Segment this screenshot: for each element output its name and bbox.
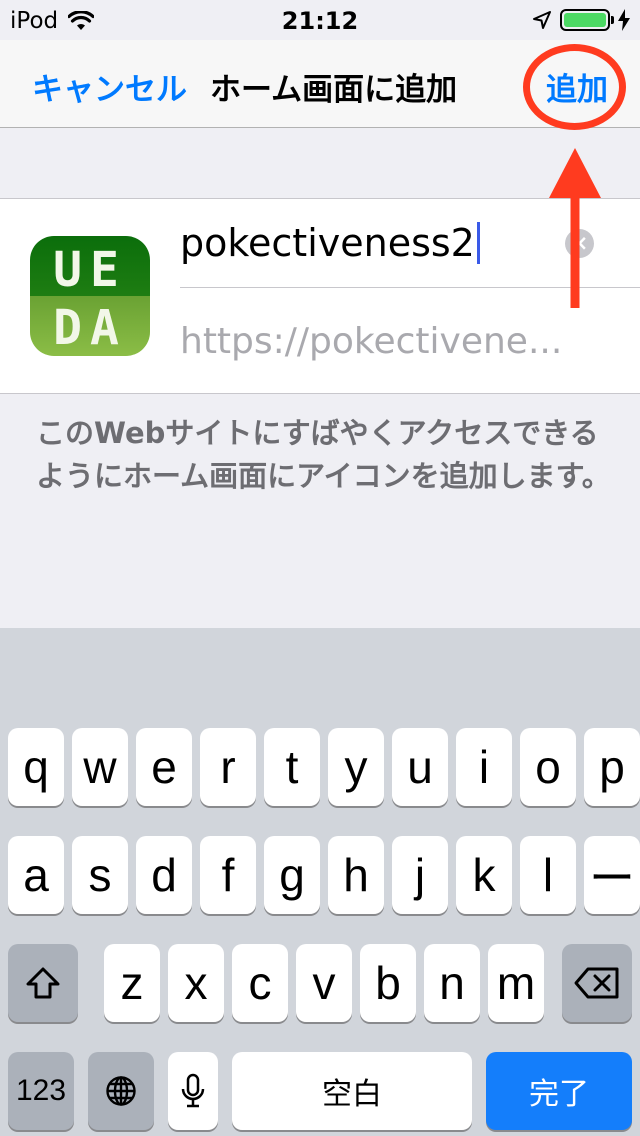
backspace-icon [574,967,619,999]
globe-icon [106,1076,136,1106]
shift-icon [26,967,60,999]
key-u[interactable]: u [392,728,448,806]
key-m[interactable]: m [488,944,544,1022]
key-x[interactable]: x [168,944,224,1022]
key-h[interactable]: h [328,836,384,914]
microphone-icon [181,1073,205,1108]
numbers-key[interactable]: 123 [8,1052,74,1130]
key-n[interactable]: n [424,944,480,1022]
microphone-key[interactable] [168,1052,218,1130]
annotation-arrow [549,148,601,308]
key-c[interactable]: c [232,944,288,1022]
key-g[interactable]: g [264,836,320,914]
done-key[interactable]: 完了 [486,1052,632,1130]
key-a[interactable]: a [8,836,64,914]
key-d[interactable]: d [136,836,192,914]
globe-key[interactable] [88,1052,154,1130]
key-w[interactable]: w [72,728,128,806]
key-r[interactable]: r [200,728,256,806]
delete-key[interactable] [562,944,632,1022]
key-p[interactable]: p [584,728,640,806]
key-y[interactable]: y [328,728,384,806]
key-b[interactable]: b [360,944,416,1022]
key-z[interactable]: z [104,944,160,1022]
key-l[interactable]: l [520,836,576,914]
key-j[interactable]: j [392,836,448,914]
key-q[interactable]: q [8,728,64,806]
url-text: https://pokectivene... [180,321,563,362]
key-f[interactable]: f [200,836,256,914]
key-o[interactable]: o [520,728,576,806]
key-long-vowel[interactable]: ー [584,836,640,914]
key-i[interactable]: i [456,728,512,806]
space-key[interactable]: 空白 [232,1052,472,1130]
key-s[interactable]: s [72,836,128,914]
description-text: このWebサイトにすばやくアクセスできるようにホーム画面にアイコンを追加します。 [36,416,611,493]
key-e[interactable]: e [136,728,192,806]
keyboard: q w e r t y u i o p a s d f g h j k l ー z x c v b n m 123 空白 完了 [0,628,640,1136]
key-k[interactable]: k [456,836,512,914]
shift-key[interactable] [8,944,78,1022]
key-v[interactable]: v [296,944,352,1022]
key-t[interactable]: t [264,728,320,806]
